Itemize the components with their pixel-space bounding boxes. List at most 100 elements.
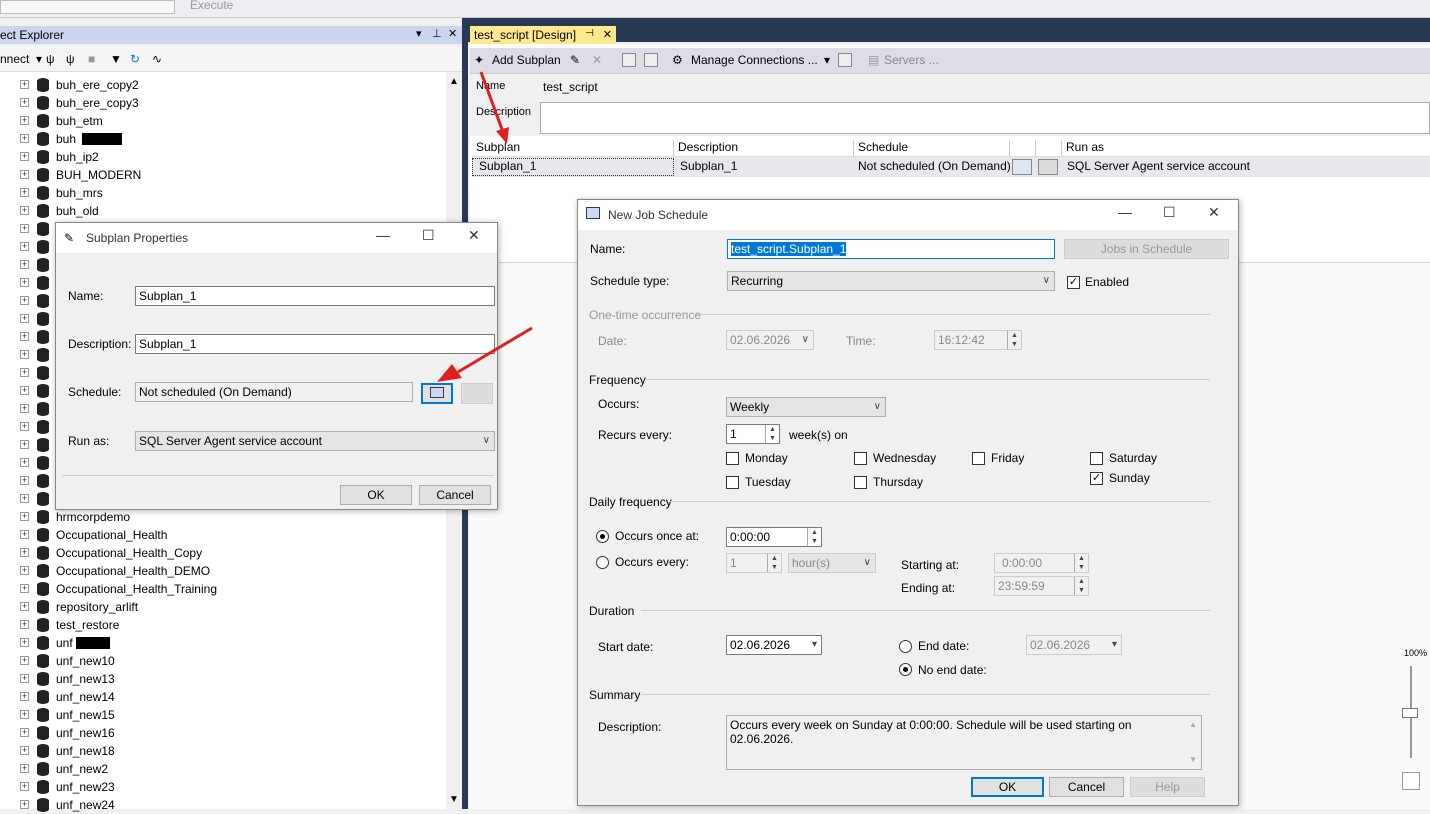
expand-icon[interactable]: + (20, 422, 29, 431)
tree-node[interactable]: + Occupational_Health_Copy (0, 544, 440, 562)
tree-node[interactable]: + Occupational_Health_DEMO (0, 562, 440, 580)
tree-node[interactable]: + buh_old (0, 202, 440, 220)
expand-icon[interactable]: + (20, 620, 29, 629)
once-time-spinner[interactable]: 0:00:00 ▲ ▼ (726, 527, 822, 547)
expand-icon[interactable]: + (20, 800, 29, 809)
tree-node[interactable]: + unf_new18 (0, 742, 440, 760)
tree-node[interactable]: + unf_new13 (0, 670, 440, 688)
database-dropdown[interactable] (0, 0, 175, 14)
date-picker[interactable]: 02.06.2026 ∨ (726, 330, 814, 350)
tree-node[interactable]: + unf_new2 (0, 760, 440, 778)
pin-icon[interactable]: ⊥ (432, 27, 442, 40)
tree-node[interactable]: + unf_new16 (0, 724, 440, 742)
wednesday-checkbox[interactable] (854, 452, 867, 465)
spinner-icon[interactable]: ▲ ▼ (767, 554, 781, 572)
properties-icon[interactable]: ✎ (570, 53, 580, 67)
expand-icon[interactable]: + (20, 98, 29, 107)
enabled-checkbox[interactable]: ✓ (1067, 276, 1080, 289)
expand-icon[interactable]: + (20, 314, 29, 323)
scroll-up-icon[interactable]: ▲ (1189, 718, 1197, 732)
subplan-description-field[interactable]: Subplan_1 (135, 334, 495, 354)
close-tab-icon[interactable]: ✕ (603, 28, 612, 41)
tree-node[interactable]: + unf_new23 (0, 778, 440, 796)
expand-icon[interactable]: + (20, 296, 29, 305)
help-button[interactable]: Help (1130, 777, 1205, 797)
scroll-up-icon[interactable]: ▲ (449, 76, 459, 87)
jobs-in-schedule-button[interactable]: Jobs in Schedule (1064, 239, 1229, 259)
expand-icon[interactable]: + (20, 188, 29, 197)
add-subplan-button[interactable]: Add Subplan (492, 53, 561, 67)
expand-icon[interactable]: + (20, 152, 29, 161)
zoom-fit-icon[interactable] (1402, 772, 1420, 790)
col-subplan[interactable]: Subplan (472, 140, 674, 156)
expand-icon[interactable]: + (20, 260, 29, 269)
ok-button[interactable]: OK (971, 777, 1044, 797)
scroll-down-icon[interactable]: ▼ (449, 794, 459, 805)
expand-icon[interactable]: + (20, 638, 29, 647)
clear-schedule-icon[interactable] (1038, 159, 1058, 175)
schedule-name-field[interactable]: test_script.Subplan_1 (727, 239, 1055, 259)
col-run-as[interactable]: Run as (1062, 140, 1430, 156)
tree-node[interactable]: + unf_new10 (0, 652, 440, 670)
minimize-icon[interactable]: — (1118, 204, 1132, 220)
reporting-icon[interactable] (838, 53, 852, 67)
expand-icon[interactable]: + (20, 656, 29, 665)
minimize-icon[interactable]: — (376, 227, 390, 243)
expand-icon[interactable]: + (20, 764, 29, 773)
expand-icon[interactable]: + (20, 224, 29, 233)
tree-node[interactable]: + unf_new24 (0, 796, 440, 814)
expand-icon[interactable]: + (20, 566, 29, 575)
expand-icon[interactable]: + (20, 746, 29, 755)
spinner-icon[interactable]: ▲ ▼ (1007, 331, 1021, 349)
schedule-calendar-button[interactable] (421, 383, 453, 404)
refresh-icon[interactable]: ↻ (130, 52, 140, 66)
close-icon[interactable]: ✕ (448, 27, 457, 40)
expand-icon[interactable]: + (20, 728, 29, 737)
time-spinner[interactable]: 16:12:42 ▲ ▼ (934, 330, 1022, 350)
execute-button[interactable]: Execute (190, 0, 233, 12)
expand-icon[interactable]: + (20, 674, 29, 683)
spinner-icon[interactable]: ▲ ▼ (1074, 577, 1088, 595)
close-icon[interactable]: ✕ (468, 227, 480, 244)
spinner-icon[interactable]: ▲ ▼ (1074, 554, 1088, 572)
tree-node[interactable]: + unf_new14 (0, 688, 440, 706)
thursday-checkbox[interactable] (854, 476, 867, 489)
expand-icon[interactable]: + (20, 116, 29, 125)
tree-node[interactable]: + test_restore (0, 616, 440, 634)
tree-node[interactable]: + repository_arlift (0, 598, 440, 616)
every-spinner[interactable]: 1 ▲ ▼ (726, 553, 782, 573)
tree-node[interactable]: + buh_ere_copy2 (0, 76, 440, 94)
remove-schedule-button[interactable] (461, 383, 493, 404)
disconnect-icon[interactable]: ψ (66, 52, 75, 66)
zoom-control[interactable]: 100% (1396, 648, 1430, 809)
zoom-thumb[interactable] (1402, 708, 1418, 718)
col-schedule[interactable]: Schedule (854, 140, 1010, 156)
expand-icon[interactable]: + (20, 206, 29, 215)
expand-icon[interactable]: + (20, 278, 29, 287)
tree-node[interactable]: + buh_etm (0, 112, 440, 130)
tree-node[interactable]: + Occupational_Health (0, 526, 440, 544)
occurs-every-radio[interactable] (596, 556, 609, 569)
end-date-picker[interactable]: 02.06.2026 ▾ (1026, 635, 1122, 655)
tree-node[interactable]: + buh_mrs (0, 184, 440, 202)
connect-button[interactable]: nnect (0, 52, 29, 66)
chevron-down-icon[interactable]: ▾ (36, 52, 42, 66)
start-date-picker[interactable]: 02.06.2026 ▾ (726, 635, 822, 655)
expand-icon[interactable]: + (20, 584, 29, 593)
expand-icon[interactable]: + (20, 476, 29, 485)
tree-node[interactable]: + BUH_MODERN (0, 166, 440, 184)
sunday-checkbox[interactable]: ✓ (1090, 472, 1103, 485)
maximize-icon[interactable]: ☐ (422, 227, 435, 244)
occurs-once-radio[interactable] (596, 530, 609, 543)
calendar-icon[interactable] (1012, 159, 1032, 175)
expand-icon[interactable]: + (20, 692, 29, 701)
runas-select[interactable]: SQL Server Agent service account ∨ (135, 431, 495, 451)
cell-subplan[interactable]: Subplan_1 (472, 158, 674, 176)
end-date-radio[interactable] (899, 640, 912, 653)
friday-checkbox[interactable] (972, 452, 985, 465)
starting-time-spinner[interactable]: 0:00:00 ▲ ▼ (994, 553, 1089, 573)
activity-icon[interactable]: ∿ (152, 52, 162, 66)
tab-design[interactable]: test_script [Design] ⊣ ✕ (470, 26, 616, 44)
tuesday-checkbox[interactable] (726, 476, 739, 489)
expand-icon[interactable]: + (20, 404, 29, 413)
